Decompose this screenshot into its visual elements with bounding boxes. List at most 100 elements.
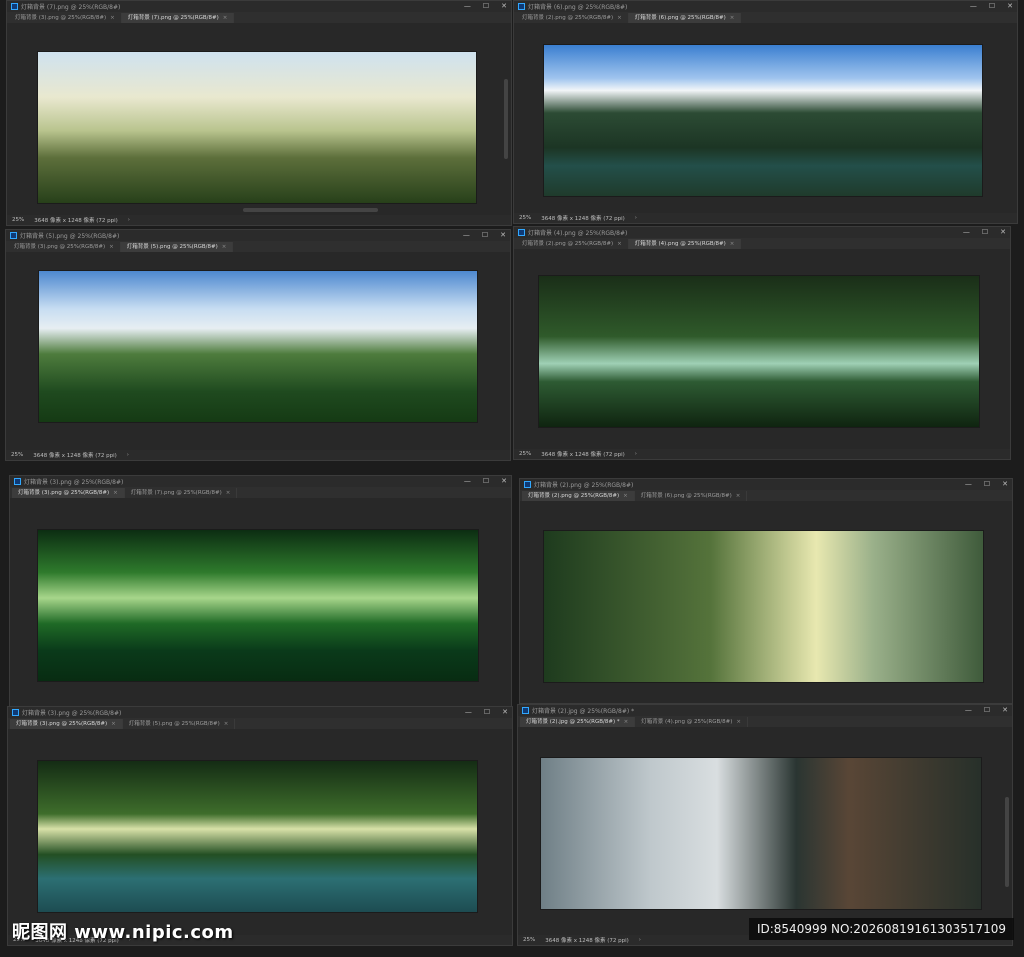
document-tab[interactable]: 灯箱背景 (2).png @ 25%(RGB/8#) × [516,13,629,23]
tab-close-icon[interactable]: × [617,241,622,247]
tab-label: 灯箱背景 (7).png @ 25%(RGB/8#) [130,490,222,496]
maximize-icon[interactable]: ☐ [989,1,995,12]
document-tab[interactable]: 灯箱背景 (3).png @ 25%(RGB/8#) × [8,242,121,252]
minimize-icon[interactable]: — [464,476,471,487]
close-icon[interactable]: ✕ [1007,1,1013,12]
tab-close-icon[interactable]: × [736,719,741,725]
document-window-4: 灯箱背景 (4).png @ 25%(RGB/8#) — ☐ ✕ 灯箱背景 (2… [513,226,1011,460]
document-tab-active[interactable]: 灯箱背景 (3).png @ 25%(RGB/8#) × [12,488,125,498]
tab-close-icon[interactable]: × [223,15,228,21]
tab-close-icon[interactable]: × [730,241,735,247]
tab-close-icon[interactable]: × [222,244,227,250]
tab-label: 灯箱背景 (2).png @ 25%(RGB/8#) [522,15,614,21]
canvas-area[interactable] [520,501,1012,703]
document-window-7: 灯箱背景 (3).png @ 25%(RGB/8#) — ☐ ✕ 灯箱背景 (3… [7,706,513,946]
tab-close-icon[interactable]: × [224,721,229,727]
tab-close-icon[interactable]: × [226,490,231,496]
document-tab-active[interactable]: 灯箱背景 (2).jpg @ 25%(RGB/8#) * × [520,717,636,727]
minimize-icon[interactable]: — [965,479,972,490]
document-tab-active[interactable]: 灯箱背景 (3).png @ 25%(RGB/8#) × [10,719,123,729]
status-arrow-icon[interactable]: › [635,215,637,221]
document-tab-active[interactable]: 灯箱背景 (5).png @ 25%(RGB/8#) × [120,242,234,252]
status-arrow-icon[interactable]: › [128,217,130,223]
maximize-icon[interactable]: ☐ [984,705,990,716]
photoshop-icon [522,707,529,714]
window-titlebar[interactable]: 灯箱背景 (3).png @ 25%(RGB/8#) — ☐ ✕ [8,707,512,718]
maximize-icon[interactable]: ☐ [483,1,489,12]
tab-close-icon[interactable]: × [109,244,114,250]
canvas-area[interactable] [514,249,1010,449]
tab-close-icon[interactable]: × [110,15,115,21]
minimize-icon[interactable]: — [963,227,970,238]
minimize-icon[interactable]: — [965,705,972,716]
maximize-icon[interactable]: ☐ [482,230,488,241]
document-tab[interactable]: 灯箱背景 (6).png @ 25%(RGB/8#) × [635,491,748,501]
minimize-icon[interactable]: — [970,1,977,12]
window-titlebar[interactable]: 灯箱背景 (5).png @ 25%(RGB/8#) — ☐ ✕ [6,230,510,241]
window-titlebar[interactable]: 灯箱背景 (4).png @ 25%(RGB/8#) — ☐ ✕ [514,227,1010,238]
canvas-area[interactable] [8,729,512,935]
window-titlebar[interactable]: 灯箱背景 (2).png @ 25%(RGB/8#) — ☐ ✕ [520,479,1012,490]
close-icon[interactable]: ✕ [501,1,507,12]
window-titlebar[interactable]: 灯箱背景 (6).png @ 25%(RGB/8#) — ☐ ✕ [514,1,1017,12]
canvas-area[interactable] [7,23,511,215]
photoshop-icon [518,3,525,10]
minimize-icon[interactable]: — [464,1,471,12]
document-tab-active[interactable]: 灯箱背景 (2).png @ 25%(RGB/8#) × [522,491,635,501]
close-icon[interactable]: ✕ [1002,479,1008,490]
close-icon[interactable]: ✕ [1002,705,1008,716]
document-window-8: 灯箱背景 (2).jpg @ 25%(RGB/8#) * — ☐ ✕ 灯箱背景 … [517,704,1013,946]
tab-label: 灯箱背景 (3).png @ 25%(RGB/8#) [16,721,108,727]
zoom-level[interactable]: 25% [12,217,24,223]
close-icon[interactable]: ✕ [502,707,508,718]
tab-close-icon[interactable]: × [623,493,628,499]
maximize-icon[interactable]: ☐ [484,707,490,718]
document-tab-active[interactable]: 灯箱背景 (7).png @ 25%(RGB/8#) × [121,13,235,23]
vertical-scrollbar[interactable] [1005,797,1009,887]
window-title: 灯箱背景 (4).png @ 25%(RGB/8#) [528,230,628,237]
document-tab[interactable]: 灯箱背景 (5).png @ 25%(RGB/8#) × [123,719,236,729]
vertical-scrollbar[interactable] [504,79,508,159]
tab-close-icon[interactable]: × [730,15,735,21]
tab-close-icon[interactable]: × [736,493,741,499]
status-arrow-icon[interactable]: › [635,451,637,457]
tab-close-icon[interactable]: × [617,15,622,21]
zoom-level[interactable]: 25% [11,452,23,458]
canvas-area[interactable] [518,727,1012,935]
maximize-icon[interactable]: ☐ [483,476,489,487]
tab-close-icon[interactable]: × [113,490,118,496]
zoom-level[interactable]: 25% [523,937,535,943]
window-titlebar[interactable]: 灯箱背景 (7).png @ 25%(RGB/8#) — ☐ ✕ [7,1,511,12]
document-tab[interactable]: 灯箱背景 (7).png @ 25%(RGB/8#) × [125,488,238,498]
canvas-area[interactable] [10,498,511,707]
tab-label: 灯箱背景 (5).png @ 25%(RGB/8#) [128,721,220,727]
maximize-icon[interactable]: ☐ [982,227,988,238]
tab-label: 灯箱背景 (3).png @ 25%(RGB/8#) [14,244,106,250]
close-icon[interactable]: ✕ [501,476,507,487]
window-title: 灯箱背景 (3).png @ 25%(RGB/8#) [22,710,122,717]
tab-close-icon[interactable]: × [111,721,116,727]
window-titlebar[interactable]: 灯箱背景 (3).png @ 25%(RGB/8#) — ☐ ✕ [10,476,511,487]
document-tab-active[interactable]: 灯箱背景 (4).png @ 25%(RGB/8#) × [628,239,742,249]
photoshop-icon [518,229,525,236]
minimize-icon[interactable]: — [463,230,470,241]
tab-close-icon[interactable]: × [624,719,629,725]
horizontal-scrollbar[interactable] [243,208,378,212]
zoom-level[interactable]: 25% [519,215,531,221]
photoshop-icon [11,3,18,10]
status-arrow-icon[interactable]: › [127,452,129,458]
canvas-area[interactable] [514,23,1017,213]
document-tab-active[interactable]: 灯箱背景 (6).png @ 25%(RGB/8#) × [628,13,742,23]
status-arrow-icon[interactable]: › [639,937,641,943]
window-titlebar[interactable]: 灯箱背景 (2).jpg @ 25%(RGB/8#) * — ☐ ✕ [518,705,1012,716]
document-tab[interactable]: 灯箱背景 (3).png @ 25%(RGB/8#) × [9,13,122,23]
minimize-icon[interactable]: — [465,707,472,718]
close-icon[interactable]: ✕ [500,230,506,241]
document-tab[interactable]: 灯箱背景 (2).png @ 25%(RGB/8#) × [516,239,629,249]
document-tab[interactable]: 灯箱背景 (4).png @ 25%(RGB/8#) × [635,717,748,727]
maximize-icon[interactable]: ☐ [984,479,990,490]
canvas-area[interactable] [6,252,510,450]
status-bar: 25% 3648 像素 x 1248 像素 (72 ppi) › [6,450,510,460]
close-icon[interactable]: ✕ [1000,227,1006,238]
zoom-level[interactable]: 25% [519,451,531,457]
